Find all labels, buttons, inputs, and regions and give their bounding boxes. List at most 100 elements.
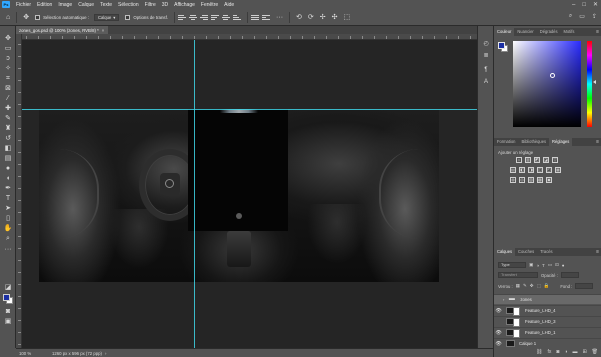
zoom-tool-icon[interactable]: ⌕: [3, 235, 13, 243]
lasso-tool-icon[interactable]: ↄ: [3, 55, 13, 63]
gradient-tool-icon[interactable]: ▤: [3, 155, 13, 163]
status-menu-chevron-icon[interactable]: ›: [105, 351, 106, 356]
channel-mixer-icon[interactable]: ◰: [546, 167, 552, 173]
menu-filtre[interactable]: Filtre: [142, 2, 159, 8]
dodge-tool-icon[interactable]: ◖: [3, 175, 13, 183]
menu-fichier[interactable]: Fichier: [13, 2, 34, 8]
zoom-level[interactable]: 100 %: [16, 351, 38, 356]
lock-pixels-icon[interactable]: ✎: [523, 283, 527, 289]
path-select-icon[interactable]: ➤: [3, 205, 13, 213]
tab-couches[interactable]: Couches: [515, 248, 537, 256]
menu-edition[interactable]: Edition: [34, 2, 55, 8]
menu-selection[interactable]: Sélection: [115, 2, 142, 8]
vertical-guide[interactable]: [194, 40, 195, 348]
eye-icon[interactable]: 👁: [494, 330, 503, 336]
tab-bibliotheques[interactable]: Bibliothèques: [518, 138, 549, 146]
canvas-workspace[interactable]: [16, 34, 493, 348]
share-icon[interactable]: ⇪: [592, 13, 597, 20]
document-tab[interactable]: zones_gos.psd @ 100% (zones, RVB/8) * ×: [16, 26, 108, 34]
panel-menu-icon[interactable]: ≡: [596, 28, 599, 36]
close-icon[interactable]: ✕: [593, 1, 598, 8]
brush-tool-icon[interactable]: ✎: [3, 115, 13, 123]
align-center-icon[interactable]: [189, 14, 198, 21]
foreground-color-swatch[interactable]: [3, 294, 10, 301]
fill-field[interactable]: [575, 283, 594, 289]
selective-color-icon[interactable]: ▣: [546, 177, 552, 183]
layer-row-feature-lhd-1[interactable]: 👁 Feature_LHD_1: [494, 327, 601, 338]
brightness-icon[interactable]: ☼: [516, 157, 522, 163]
opacity-field[interactable]: [560, 272, 579, 278]
vibrance-icon[interactable]: ▽: [552, 157, 558, 163]
3d-roll-icon[interactable]: ⟳: [308, 13, 314, 21]
reset-colors-icon[interactable]: ◪: [3, 284, 13, 292]
hue-saturation-icon[interactable]: ▤: [510, 167, 516, 173]
filter-adjust-icon[interactable]: ◑: [536, 263, 539, 268]
black-white-icon[interactable]: ◨: [528, 167, 534, 173]
menu-3d[interactable]: 3D: [159, 2, 171, 8]
align-bottom-icon[interactable]: [233, 14, 242, 21]
tab-nuancier[interactable]: Nuancier: [514, 28, 536, 36]
curves-icon[interactable]: ◩: [534, 157, 540, 163]
new-adjustment-icon[interactable]: ◑: [564, 349, 567, 355]
properties-panel-icon[interactable]: ≣: [482, 52, 490, 60]
align-right-icon[interactable]: [200, 14, 209, 21]
auto-select-checkbox[interactable]: [35, 14, 41, 20]
panel-menu-icon[interactable]: ≡: [596, 248, 599, 256]
panel-foreground-swatch[interactable]: [498, 42, 505, 49]
new-layer-icon[interactable]: ⊞: [582, 349, 586, 355]
gradient-map-icon[interactable]: ▩: [537, 177, 543, 183]
move-tool-icon[interactable]: ✥: [3, 35, 13, 43]
align-top-icon[interactable]: [211, 14, 220, 21]
history-brush-icon[interactable]: ↺: [3, 135, 13, 143]
invert-icon[interactable]: ◍: [510, 177, 516, 183]
layer-row-zones[interactable]: › ▬ zones: [494, 294, 601, 304]
eraser-tool-icon[interactable]: ◧: [3, 145, 13, 153]
paragraph-panel-icon[interactable]: ¶: [482, 66, 490, 74]
link-layers-icon[interactable]: ⛓: [536, 349, 542, 355]
tab-couleur[interactable]: Couleur: [494, 28, 515, 36]
artboard-tool-icon[interactable]: ▭: [3, 45, 13, 53]
healing-brush-icon[interactable]: ✚: [3, 105, 13, 113]
layer-name[interactable]: zones: [520, 297, 531, 302]
expand-arrow-icon[interactable]: ›: [503, 297, 504, 302]
hand-tool-icon[interactable]: ✋: [3, 225, 13, 233]
posterize-icon[interactable]: ◎: [519, 177, 525, 183]
quick-mask-icon[interactable]: ◙: [3, 308, 13, 316]
menu-aide[interactable]: Aide: [221, 2, 237, 8]
frame-tool-icon[interactable]: ⊠: [3, 85, 13, 93]
photo-filter-icon[interactable]: ◫: [537, 167, 543, 173]
tab-traces[interactable]: Tracés: [537, 248, 555, 256]
search-icon[interactable]: ⌕: [569, 13, 572, 20]
layer-style-icon[interactable]: fx: [547, 349, 551, 355]
tab-formation[interactable]: Formation: [494, 138, 518, 146]
color-balance-icon[interactable]: ◧: [519, 167, 525, 173]
filter-smart-icon[interactable]: ⊡: [555, 262, 559, 268]
layer-row-feature-lhd-4[interactable]: 👁 Feature_LHD_4: [494, 305, 601, 316]
crop-tool-icon[interactable]: ⌗: [3, 75, 13, 83]
screen-mode-icon[interactable]: ▣: [3, 318, 13, 326]
magic-wand-icon[interactable]: ✧: [3, 65, 13, 73]
shape-tool-icon[interactable]: ▯: [3, 215, 13, 223]
menu-calque[interactable]: Calque: [75, 2, 97, 8]
menu-fenetre[interactable]: Fenêtre: [198, 2, 221, 8]
threshold-icon[interactable]: ▨: [528, 177, 534, 183]
layer-row-feature-lhd-3[interactable]: Feature_LHD_3: [494, 316, 601, 327]
ruler-horizontal[interactable]: [16, 34, 493, 40]
eye-icon[interactable]: 👁: [494, 308, 503, 314]
ruler-vertical[interactable]: [16, 34, 22, 348]
lock-all-icon[interactable]: 🔒: [544, 283, 550, 289]
horizontal-guide[interactable]: [22, 109, 493, 110]
maximize-icon[interactable]: □: [582, 2, 586, 8]
filter-toggle-icon[interactable]: ●: [562, 263, 565, 268]
blur-tool-icon[interactable]: ●: [3, 165, 13, 173]
layer-name[interactable]: Feature_LHD_4: [525, 308, 556, 313]
layer-filter-dropdown[interactable]: Type: [498, 262, 526, 268]
lock-artboard-icon[interactable]: ⬚: [537, 283, 541, 289]
new-group-icon[interactable]: ▬: [572, 349, 577, 355]
3d-orbit-icon[interactable]: ⟲: [296, 13, 302, 21]
character-panel-icon[interactable]: A: [482, 78, 490, 86]
eyedropper-icon[interactable]: ⁄: [3, 95, 13, 103]
color-picker-cursor[interactable]: [550, 73, 555, 78]
lock-transparency-icon[interactable]: ▦: [516, 283, 520, 289]
lock-position-icon[interactable]: ✥: [530, 283, 534, 289]
